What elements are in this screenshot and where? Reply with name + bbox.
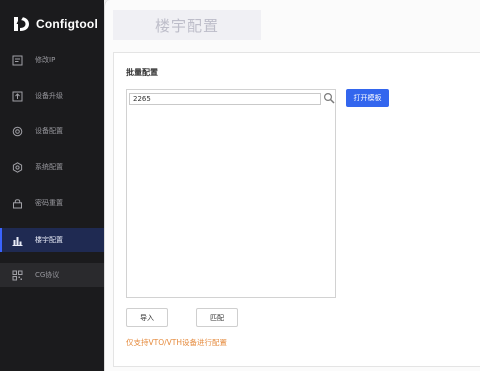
sidebar-item-cg-protocol[interactable]: CG协议 — [0, 263, 104, 287]
sidebar-item-label: 密码重置 — [35, 199, 63, 207]
sidebar-item-label: 设备配置 — [35, 127, 63, 135]
qr-code-icon — [12, 270, 23, 280]
import-button[interactable]: 导入 — [126, 308, 168, 327]
sidebar-item-modify-ip[interactable]: 修改IP — [0, 48, 104, 72]
sidebar-item-building-config[interactable]: 楼宇配置 — [0, 228, 104, 252]
building-chart-icon — [12, 236, 23, 246]
magnifier-icon[interactable] — [323, 92, 335, 104]
sidebar-item-label: CG协议 — [35, 271, 60, 279]
batch-config-panel: 批量配置 打开模板 导入 匹配 仅支持VTO/VTH设备进行配置 — [113, 52, 480, 367]
upgrade-icon — [12, 91, 23, 101]
sidebar-item-label: 修改IP — [35, 56, 56, 64]
sidebar-item-password-reset[interactable]: 密码重置 — [0, 191, 104, 215]
sidebar-item-label: 系统配置 — [35, 163, 63, 171]
page-title: 楼宇配置 — [154, 16, 219, 35]
lock-icon — [13, 198, 22, 208]
open-template-button[interactable]: 打开模板 — [346, 89, 389, 107]
sidebar-item-device-config[interactable]: 设备配置 — [0, 119, 104, 143]
support-note: 仅支持VTO/VTH设备进行配置 — [126, 338, 227, 347]
search-input[interactable] — [129, 93, 321, 105]
device-list-box[interactable] — [126, 89, 336, 298]
edit-icon — [12, 55, 23, 65]
match-button[interactable]: 匹配 — [196, 308, 238, 327]
sidebar-item-device-upgrade[interactable]: 设备升级 — [0, 84, 104, 108]
sidebar-item-label: 设备升级 — [35, 92, 63, 100]
configtool-logo-icon — [14, 17, 29, 31]
panel-title: 批量配置 — [126, 68, 158, 77]
main-area: 楼宇配置 批量配置 打开模板 导入 匹配 仅支持VTO/VTH设备进行配置 — [104, 0, 480, 371]
sidebar: Configtool 修改IP 设备升级 设备配置 系统配置 密码重置 楼宇配置… — [0, 0, 104, 371]
app-name: Configtool — [36, 17, 98, 31]
page-title-box: 楼宇配置 — [113, 10, 261, 40]
settings-icon — [12, 161, 23, 173]
sidebar-item-label: 楼宇配置 — [35, 236, 63, 244]
sidebar-item-system-config[interactable]: 系统配置 — [0, 155, 104, 179]
gear-icon — [12, 126, 23, 136]
brand: Configtool — [12, 14, 98, 34]
